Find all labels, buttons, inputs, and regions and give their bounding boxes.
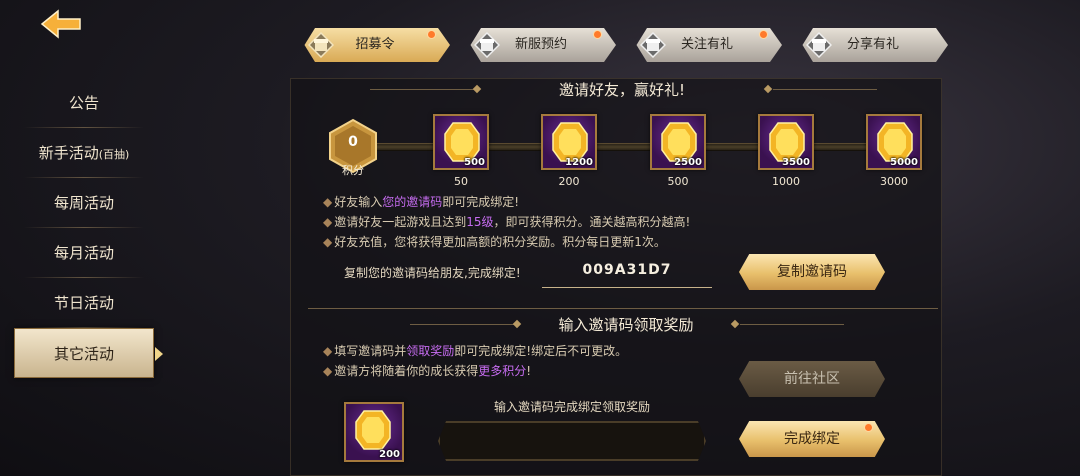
- active-arrow-icon: [155, 347, 163, 361]
- points-badge: 0 积分: [327, 118, 379, 177]
- rule-text: ◆ 邀请方将随着你的成长获得更多积分!: [323, 364, 532, 378]
- rule-text: ◆ 好友输入您的邀请码即可完成绑定!: [323, 195, 520, 209]
- rule-text: ◆ 邀请好友一起游戏且达到15级，即可获得积分。通关越高积分越高!: [323, 215, 691, 229]
- title-rule-left: [370, 89, 474, 90]
- sidebar-item-label: 每月活动: [53, 244, 114, 262]
- reward-quantity: 5000: [890, 157, 918, 168]
- tab-recruit[interactable]: 招募令: [304, 28, 450, 62]
- gift-box-icon: [806, 32, 832, 58]
- complete-binding-button[interactable]: 完成绑定: [739, 421, 885, 457]
- bullet-icon: ◆: [323, 215, 333, 229]
- bullet-icon: ◆: [323, 344, 333, 358]
- points-label: 积分: [342, 164, 364, 177]
- redeem-reward-slot[interactable]: 200: [344, 402, 404, 462]
- reward-quantity: 200: [379, 449, 400, 460]
- sidebar: 公告 新手活动(百抽) 每周活动 每月活动 节日活动 其它活动: [14, 78, 163, 378]
- milestone-points: 500: [667, 175, 689, 188]
- copy-invite-code-button[interactable]: 复制邀请码: [739, 254, 885, 290]
- notification-dot: [759, 30, 768, 39]
- sidebar-item-label: 每周活动: [53, 194, 114, 212]
- invite-section-title: 邀请好友，赢好礼!: [558, 81, 685, 99]
- tab-label: 招募令: [355, 37, 395, 52]
- back-arrow-icon[interactable]: [40, 8, 84, 40]
- tab-new-server[interactable]: 新服预约: [470, 28, 616, 62]
- reward-slot[interactable]: 1200: [541, 114, 597, 170]
- milestone-points: 1000: [772, 175, 800, 188]
- reward-quantity: 2500: [674, 157, 702, 168]
- rule-text: ◆ 填写邀请码并领取奖励即可完成绑定!绑定后不可更改。: [323, 344, 628, 358]
- reward-slot[interactable]: 3500: [758, 114, 814, 170]
- points-value: 0: [348, 134, 358, 150]
- sidebar-item-festival[interactable]: 节日活动: [14, 278, 154, 328]
- bullet-icon: ◆: [323, 235, 333, 249]
- input-caption: 输入邀请码完成绑定领取奖励: [493, 400, 650, 414]
- bullet-icon: ◆: [323, 364, 333, 378]
- invite-code-value: 009A31D7: [582, 262, 672, 278]
- notification-dot: [864, 423, 873, 432]
- tab-label: 关注有礼: [680, 37, 733, 52]
- gift-box-icon: [640, 32, 666, 58]
- title-rule-left: [410, 324, 514, 325]
- reward-quantity: 500: [464, 157, 485, 168]
- tab-label: 新服预约: [514, 37, 567, 52]
- sidebar-item-monthly[interactable]: 每月活动: [14, 228, 154, 278]
- code-underline: [542, 287, 712, 288]
- tab-follow[interactable]: 关注有礼: [636, 28, 782, 62]
- invite-code-input[interactable]: [438, 421, 706, 461]
- sidebar-item-label: 其它活动: [53, 345, 114, 363]
- milestone-points: 200: [558, 175, 580, 188]
- title-rule-right: [773, 89, 877, 90]
- go-to-community-button[interactable]: 前往社区: [739, 361, 885, 397]
- sidebar-item-weekly[interactable]: 每周活动: [14, 178, 154, 228]
- tab-label: 分享有礼: [846, 37, 899, 52]
- sidebar-item-label: 新手活动: [38, 144, 99, 162]
- reward-quantity: 3500: [782, 157, 810, 168]
- tab-share[interactable]: 分享有礼: [802, 28, 948, 62]
- redeem-section-title: 输入邀请码领取奖励: [558, 316, 694, 334]
- gold-gem-icon: [355, 410, 391, 450]
- sidebar-item-announcement[interactable]: 公告: [14, 78, 154, 128]
- gift-box-icon: [474, 32, 500, 58]
- sidebar-item-label: 公告: [68, 94, 99, 112]
- sidebar-item-label: 节日活动: [53, 294, 114, 312]
- reward-slot[interactable]: 2500: [650, 114, 706, 170]
- title-rule-right: [740, 324, 844, 325]
- sidebar-item-newbie[interactable]: 新手活动(百抽): [14, 128, 154, 178]
- section-divider: [308, 308, 938, 309]
- reward-slot[interactable]: 5000: [866, 114, 922, 170]
- reward-slot[interactable]: 500: [433, 114, 489, 170]
- notification-dot: [427, 30, 436, 39]
- gift-box-icon: [308, 32, 334, 58]
- invite-code-label: 复制您的邀请码给朋友,完成绑定!: [344, 266, 521, 280]
- bullet-icon: ◆: [323, 195, 333, 209]
- milestone-points: 50: [454, 175, 468, 188]
- button-label: 完成绑定: [784, 431, 840, 447]
- notification-dot: [593, 30, 602, 39]
- milestone-points: 3000: [880, 175, 908, 188]
- rule-text: ◆ 好友充值，您将获得更加高额的积分奖励。积分每日更新1次。: [323, 235, 666, 249]
- reward-quantity: 1200: [565, 157, 593, 168]
- sidebar-item-other[interactable]: 其它活动: [14, 328, 163, 378]
- sidebar-item-suffix: (百抽): [98, 148, 130, 161]
